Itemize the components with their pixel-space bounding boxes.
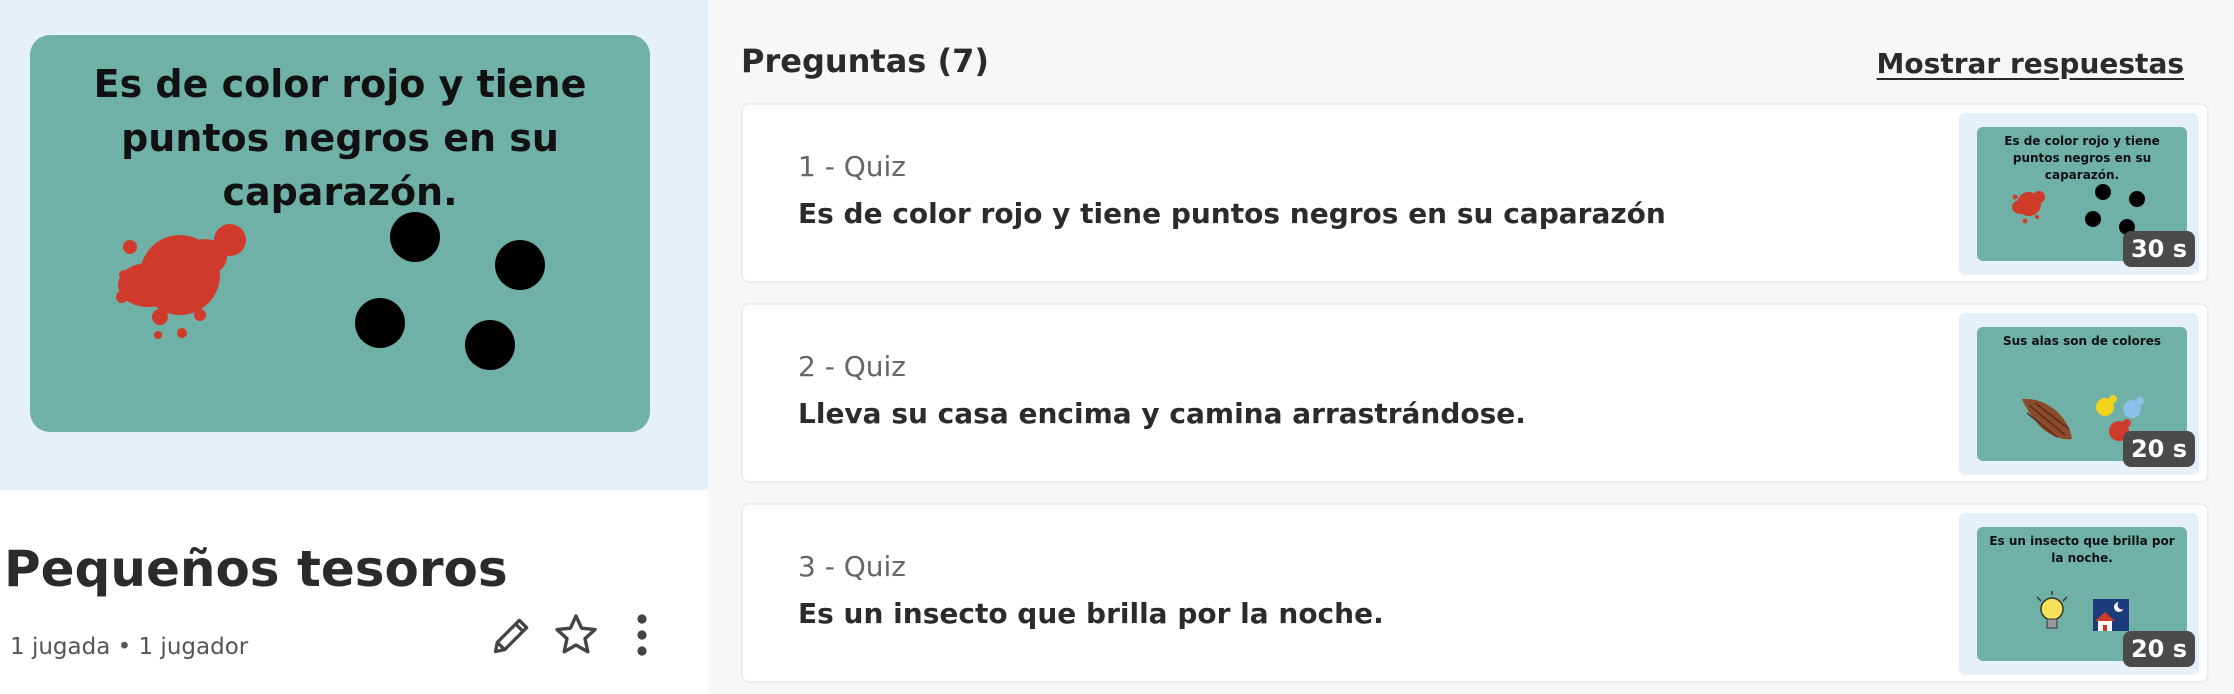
light-bulb-icon — [2036, 591, 2068, 629]
favorite-button[interactable] — [548, 607, 604, 663]
black-dots-icon — [2085, 184, 2145, 235]
cover-image: Es de color rojo y tiene puntos negros e… — [30, 35, 650, 432]
pencil-icon — [493, 618, 529, 654]
question-thumbnail: Es un insecto que brilla por la noche. 2… — [1959, 513, 2199, 675]
thumbnail-text: Sus alas son de colores — [2002, 334, 2162, 348]
quiz-meta: 1 jugada • 1 jugador — [10, 634, 249, 660]
question-text: Lleva su casa encima y camina arrastránd… — [798, 397, 1526, 430]
show-answers-link[interactable]: Mostrar respuestas — [1877, 47, 2184, 80]
questions-heading: Preguntas (7) — [741, 42, 989, 80]
more-vertical-icon — [637, 614, 647, 656]
edit-button[interactable] — [484, 607, 540, 663]
question-text: Es un insecto que brilla por la noche. — [798, 597, 1384, 630]
more-options-button[interactable] — [614, 607, 670, 663]
time-limit-badge: 30 s — [2122, 231, 2195, 267]
question-type: 3 - Quiz — [798, 550, 906, 583]
thumbnail-text: Es de color rojo y tiene puntos negros e… — [2004, 134, 2160, 182]
question-type: 1 - Quiz — [798, 150, 906, 183]
time-limit-badge: 20 s — [2122, 431, 2195, 467]
question-card[interactable]: 1 - Quiz Es de color rojo y tiene puntos… — [741, 103, 2209, 283]
night-house-icon — [2093, 599, 2129, 631]
red-splash-icon — [2012, 191, 2045, 224]
cover-area: Es de color rojo y tiene puntos negros e… — [0, 0, 708, 490]
quiz-overview-panel: Es de color rojo y tiene puntos negros e… — [0, 0, 708, 694]
question-card[interactable]: 2 - Quiz Lleva su casa encima y camina a… — [741, 303, 2209, 483]
red-splash-icon — [116, 224, 246, 339]
wing-icon — [2022, 398, 2072, 440]
cover-question-text: Es de color rojo y tiene puntos negros e… — [93, 62, 587, 214]
question-text: Es de color rojo y tiene puntos negros e… — [798, 197, 1666, 230]
time-limit-badge: 20 s — [2122, 631, 2195, 667]
questions-panel: Preguntas (7) Mostrar respuestas 1 - Qui… — [708, 0, 2234, 694]
question-type: 2 - Quiz — [798, 350, 906, 383]
black-dots-icon — [355, 212, 545, 370]
quiz-title: Pequeños tesoros — [4, 540, 508, 598]
question-card[interactable]: 3 - Quiz Es un insecto que brilla por la… — [741, 503, 2209, 683]
star-icon — [555, 614, 597, 654]
question-thumbnail: Es de color rojo y tiene puntos negros e… — [1959, 113, 2199, 275]
question-thumbnail: Sus alas son de colores 20 s — [1959, 313, 2199, 475]
thumbnail-text: Es un insecto que brilla por la noche. — [1989, 534, 2175, 565]
